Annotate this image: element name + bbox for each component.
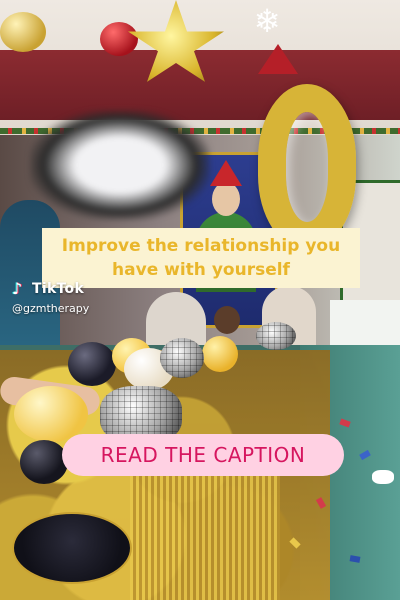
tiktok-logo-icon: ♪: [12, 279, 23, 298]
tiktok-brand-text: TikTok: [32, 281, 85, 297]
snowflake-icon: ❄: [253, 2, 281, 40]
poster-figure-hat: [210, 160, 242, 186]
headline-banner: Improve the relationship you have with y…: [42, 228, 360, 288]
tiktok-watermark: ♪ TikTok @gzmtherapy: [12, 280, 132, 320]
confetti: [372, 470, 394, 484]
tiktok-handle: @gzmtherapy: [12, 302, 90, 315]
yellow-balloon: [202, 336, 238, 372]
disco-ball: [256, 322, 296, 350]
santa-hat-decoration: [258, 44, 298, 74]
disco-ball: [160, 338, 204, 378]
black-balloon: [68, 342, 116, 386]
number-zero-balloon: [258, 84, 356, 250]
black-balloon: [20, 440, 68, 484]
red-ornament: [100, 22, 138, 56]
poster-figure-face: [212, 182, 240, 216]
gold-fringe-tinsel: [130, 470, 280, 600]
yellow-balloon: [14, 386, 88, 442]
gold-balloon: [0, 12, 46, 52]
happy-new-year-hat: [12, 512, 132, 584]
read-caption-label: READ THE CAPTION: [100, 443, 306, 467]
blurred-flying-object: [30, 110, 210, 220]
child-head: [214, 306, 240, 334]
read-caption-button[interactable]: READ THE CAPTION: [62, 434, 344, 476]
headline-text: Improve the relationship you have with y…: [61, 236, 341, 280]
